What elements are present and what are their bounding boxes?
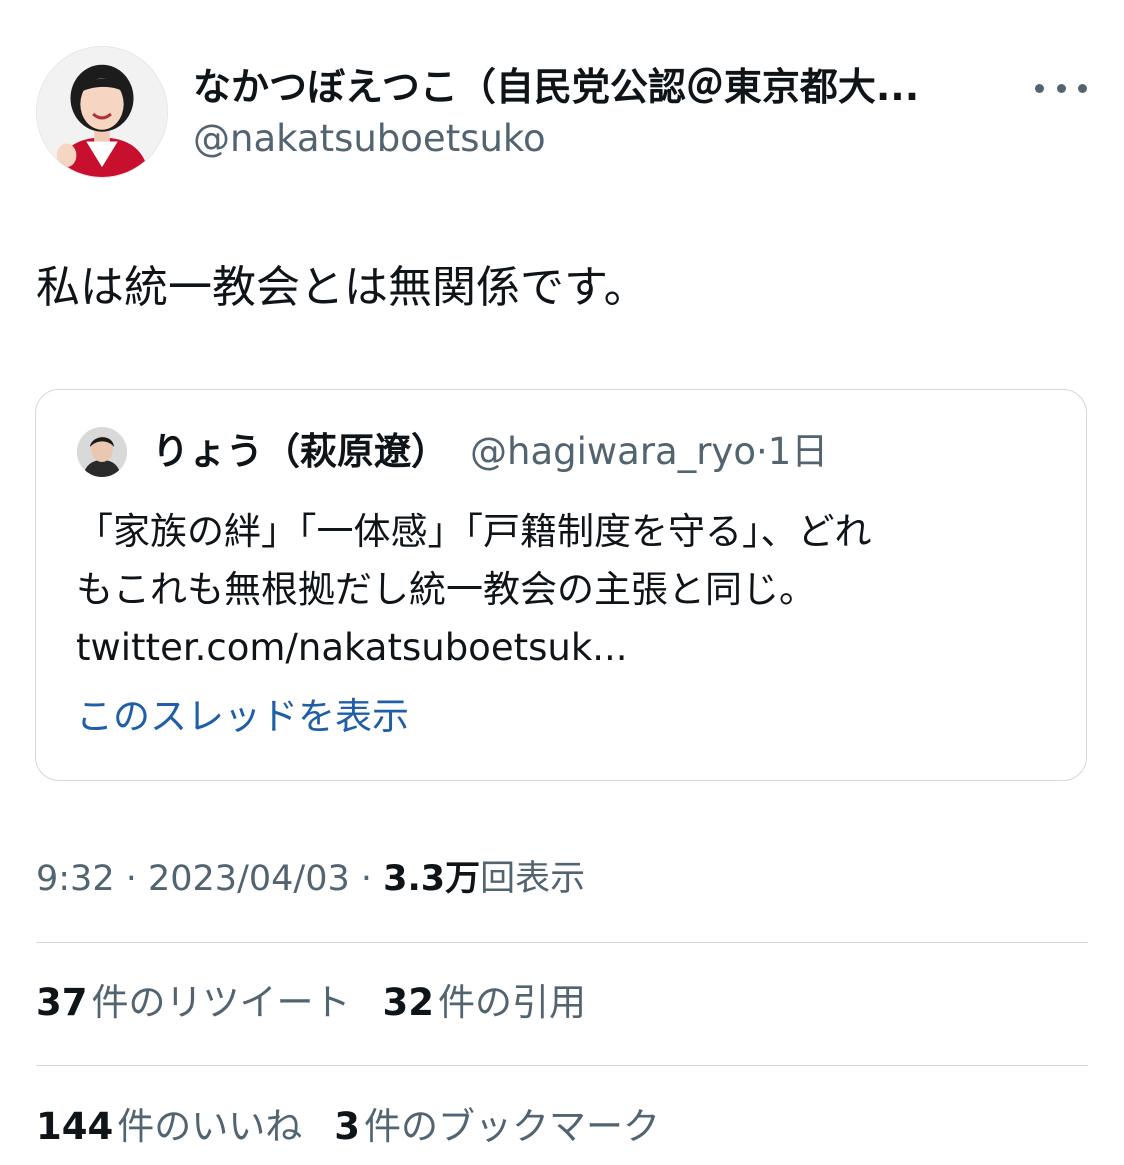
bookmarks-count: 3	[334, 1105, 360, 1148]
meta-separator: ·	[114, 859, 148, 899]
quoted-separator: ·	[755, 430, 768, 473]
quoted-author-avatar[interactable]	[77, 427, 127, 477]
author-handle[interactable]: @nakatsuboetsuko	[193, 114, 546, 164]
divider	[36, 942, 1088, 943]
retweets-count: 37	[36, 981, 88, 1024]
more-options-icon[interactable]	[1035, 68, 1087, 108]
quoted-text-line: もこれも無根拠だし統一教会の主張と同じ。	[76, 568, 816, 611]
quoted-text-line: 「家族の絆」「一体感」「戸籍制度を守る」、どれ	[76, 510, 872, 553]
more-dot	[1078, 83, 1087, 93]
retweets-label: 件のリツイート	[91, 981, 351, 1024]
quotes-label: 件の引用	[438, 981, 586, 1024]
tweet-meta: 9:32 · 2023/04/03 · 3.3万回表示	[36, 854, 585, 904]
quoted-tweet-text: 「家族の絆」「一体感」「戸籍制度を守る」、どれ もこれも無根拠だし統一教会の主張…	[76, 503, 1056, 677]
quotes-count: 32	[382, 981, 435, 1024]
author-avatar-image	[37, 47, 167, 177]
meta-separator: ·	[349, 859, 384, 899]
quotes-stat[interactable]: 32 件の引用	[383, 978, 587, 1028]
stats-row-engagement: 37 件のリツイート 32 件の引用	[36, 978, 618, 1028]
more-dot	[1056, 83, 1066, 93]
quoted-timestamp[interactable]: 1日	[768, 430, 829, 473]
retweets-stat[interactable]: 37 件のリツイート	[36, 978, 351, 1028]
more-dot	[1035, 83, 1044, 93]
bookmarks-label: 件のブックマーク	[363, 1105, 660, 1148]
quoted-tweet-header: りょう（萩原遼） @hagiwara_ryo·1日	[152, 428, 828, 476]
divider	[36, 1065, 1088, 1066]
likes-label: 件のいいね	[117, 1105, 303, 1148]
bookmarks-stat[interactable]: 3 件のブックマーク	[334, 1102, 660, 1152]
likes-stat[interactable]: 144 件のいいね	[36, 1102, 302, 1152]
tweet-text: 私は統一教会とは無関係です。	[36, 262, 648, 313]
likes-count: 144	[36, 1105, 114, 1148]
quoted-tweet-card[interactable]: りょう（萩原遼） @hagiwara_ryo·1日 「家族の絆」「一体感」「戸籍制…	[35, 389, 1087, 781]
view-count: 3.3万	[383, 859, 481, 899]
author-avatar[interactable]	[36, 46, 168, 178]
quoted-handle[interactable]: @hagiwara_ryo	[470, 430, 756, 473]
show-thread-link[interactable]: このスレッドを表示	[76, 692, 409, 742]
quoted-avatar-image	[77, 427, 127, 477]
quoted-display-name[interactable]: りょう（萩原遼）	[152, 430, 448, 473]
stats-row-likes: 144 件のいいね 3 件のブックマーク	[36, 1102, 692, 1152]
author-display-name[interactable]: なかつぼえつこ（自民党公認＠東京都大...	[193, 62, 1008, 112]
tweet-date[interactable]: 2023/04/03	[148, 859, 350, 899]
view-label: 回表示	[480, 859, 586, 899]
tweet-time[interactable]: 9:32	[36, 859, 115, 899]
quoted-text-url[interactable]: twitter.com/nakatsuboetsuk...	[76, 619, 1056, 677]
